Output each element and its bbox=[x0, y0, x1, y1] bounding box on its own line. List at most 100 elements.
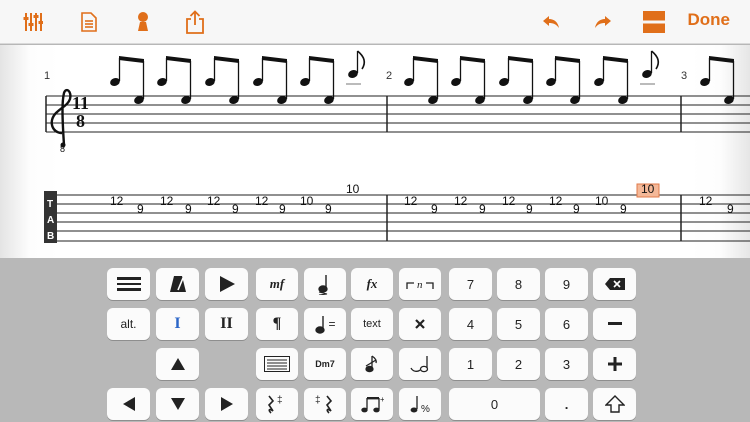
done-button[interactable]: Done bbox=[688, 10, 731, 30]
tab-fret-number: 9 bbox=[232, 202, 239, 216]
tab-fret-number: 9 bbox=[431, 202, 438, 216]
tab-label-t: T bbox=[47, 199, 53, 210]
repeat-note-key[interactable]: % bbox=[399, 388, 441, 420]
tab-fret-number: 12 bbox=[110, 194, 124, 208]
tab-fret-number: 12 bbox=[255, 194, 269, 208]
sharp-rest-key[interactable]: ‡ bbox=[304, 388, 346, 420]
entry-keyboard: mf fx n 7 8 9 alt. I II ¶ = text 4 5 6 D… bbox=[0, 258, 750, 422]
note-beam[interactable] bbox=[413, 56, 438, 63]
tab-fret-number: 9 bbox=[526, 202, 533, 216]
delete-key[interactable] bbox=[593, 268, 636, 300]
digit-3-key[interactable]: 3 bbox=[545, 348, 588, 380]
digit-4-key[interactable]: 4 bbox=[449, 308, 492, 340]
measure-number: 2 bbox=[386, 70, 392, 82]
treble-clef-icon bbox=[50, 88, 72, 148]
paragraph-key[interactable]: ¶ bbox=[256, 308, 298, 340]
effects-key[interactable]: fx bbox=[351, 268, 393, 300]
note-beam[interactable] bbox=[119, 56, 144, 63]
text-key[interactable]: text bbox=[351, 308, 393, 340]
score-view[interactable]: 1 2 3 8 11 8 T A B 12 9 12 9 12 9 12 9 10 9 10 12 9 1… bbox=[0, 45, 750, 258]
tab-fret-number: 10 bbox=[300, 194, 314, 208]
metronome-icon[interactable] bbox=[156, 268, 199, 300]
tab-fret-number: 9 bbox=[727, 202, 734, 216]
note-flag[interactable] bbox=[650, 50, 660, 70]
split-view-icon[interactable] bbox=[642, 8, 666, 36]
tab-fret-number: 9 bbox=[137, 202, 144, 216]
note-beam[interactable] bbox=[214, 56, 239, 63]
dynamics-key[interactable]: mf bbox=[256, 268, 298, 300]
note-beam[interactable] bbox=[262, 56, 287, 63]
svg-text:‡: ‡ bbox=[277, 395, 283, 406]
note-beam[interactable] bbox=[460, 56, 485, 63]
time-signature-top: 11 bbox=[72, 93, 89, 113]
arrow-left-icon[interactable] bbox=[107, 388, 150, 420]
tab-fret-number: 9 bbox=[620, 202, 627, 216]
chord-key[interactable]: Dm7 bbox=[304, 348, 346, 380]
staff-view-key[interactable] bbox=[256, 348, 298, 380]
note-beam[interactable] bbox=[166, 56, 191, 63]
measure-number: 3 bbox=[681, 70, 687, 82]
digit-0-key[interactable]: 0 bbox=[449, 388, 540, 420]
svg-text:‡: ‡ bbox=[315, 395, 321, 406]
tab-fret-number: 9 bbox=[573, 202, 580, 216]
toolbar: Done bbox=[0, 0, 750, 44]
minus-key[interactable] bbox=[593, 308, 636, 340]
arrow-right-icon[interactable] bbox=[205, 388, 248, 420]
accent-note-key[interactable] bbox=[304, 268, 346, 300]
note-flag[interactable] bbox=[356, 50, 366, 70]
dead-note-key[interactable] bbox=[399, 308, 441, 340]
arrow-up-icon[interactable] bbox=[156, 348, 199, 380]
note-beam[interactable] bbox=[508, 56, 533, 63]
clef-octave-marker: 8 bbox=[60, 144, 65, 154]
voice-2-key[interactable]: II bbox=[205, 308, 248, 340]
tab-fret-number: 12 bbox=[549, 194, 563, 208]
tab-fret-number: 9 bbox=[479, 202, 486, 216]
rest-sharp-key[interactable]: ‡ bbox=[256, 388, 298, 420]
digit-7-key[interactable]: 7 bbox=[449, 268, 492, 300]
tab-fret-number: 10 bbox=[641, 182, 655, 196]
tuplet-key[interactable]: n bbox=[399, 268, 441, 300]
grace-note-key[interactable] bbox=[351, 348, 393, 380]
digit-1-key[interactable]: 1 bbox=[449, 348, 492, 380]
plus-key[interactable] bbox=[593, 348, 636, 380]
note-beam[interactable] bbox=[709, 56, 734, 63]
redo-icon[interactable] bbox=[592, 8, 614, 36]
arrow-down-icon[interactable] bbox=[156, 388, 199, 420]
document-icon[interactable] bbox=[78, 8, 100, 36]
note-beam[interactable] bbox=[555, 56, 580, 63]
beam-notes-key[interactable]: + bbox=[351, 388, 393, 420]
tab-fret-number: 12 bbox=[454, 194, 468, 208]
pushpin-icon[interactable] bbox=[132, 8, 154, 36]
svg-text:+: + bbox=[380, 395, 384, 404]
layout-key[interactable] bbox=[107, 268, 150, 300]
tab-fret-number: 12 bbox=[160, 194, 174, 208]
tempo-key[interactable]: = bbox=[304, 308, 346, 340]
note-beam[interactable] bbox=[309, 56, 334, 63]
play-button[interactable] bbox=[205, 268, 248, 300]
tab-fret-number: 9 bbox=[185, 202, 192, 216]
shift-icon[interactable] bbox=[593, 388, 636, 420]
tab-fret-number: 9 bbox=[279, 202, 286, 216]
digit-5-key[interactable]: 5 bbox=[497, 308, 540, 340]
tab-fret-number: 12 bbox=[502, 194, 516, 208]
tab-fret-number: 10 bbox=[346, 182, 360, 196]
svg-text:n: n bbox=[417, 279, 423, 291]
tab-fret-number: 12 bbox=[404, 194, 418, 208]
digit-2-key[interactable]: 2 bbox=[497, 348, 540, 380]
digit-9-key[interactable]: 9 bbox=[545, 268, 588, 300]
tie-note-key[interactable] bbox=[399, 348, 441, 380]
decimal-key[interactable]: . bbox=[545, 388, 588, 420]
measure-number: 1 bbox=[44, 70, 50, 82]
mixer-icon[interactable] bbox=[22, 8, 44, 36]
alt-key[interactable]: alt. bbox=[107, 308, 150, 340]
undo-icon[interactable] bbox=[540, 8, 562, 36]
tempo-equals-sign: = bbox=[328, 317, 336, 331]
share-icon[interactable] bbox=[184, 8, 206, 36]
tab-label-b: B bbox=[47, 231, 54, 242]
tab-fret-number: 12 bbox=[699, 194, 713, 208]
note-beam[interactable] bbox=[603, 56, 628, 63]
score-canvas[interactable]: 1 2 3 8 11 8 T A B 129129129129109101291… bbox=[0, 45, 750, 258]
digit-6-key[interactable]: 6 bbox=[545, 308, 588, 340]
digit-8-key[interactable]: 8 bbox=[497, 268, 540, 300]
voice-1-key[interactable]: I bbox=[156, 308, 199, 340]
